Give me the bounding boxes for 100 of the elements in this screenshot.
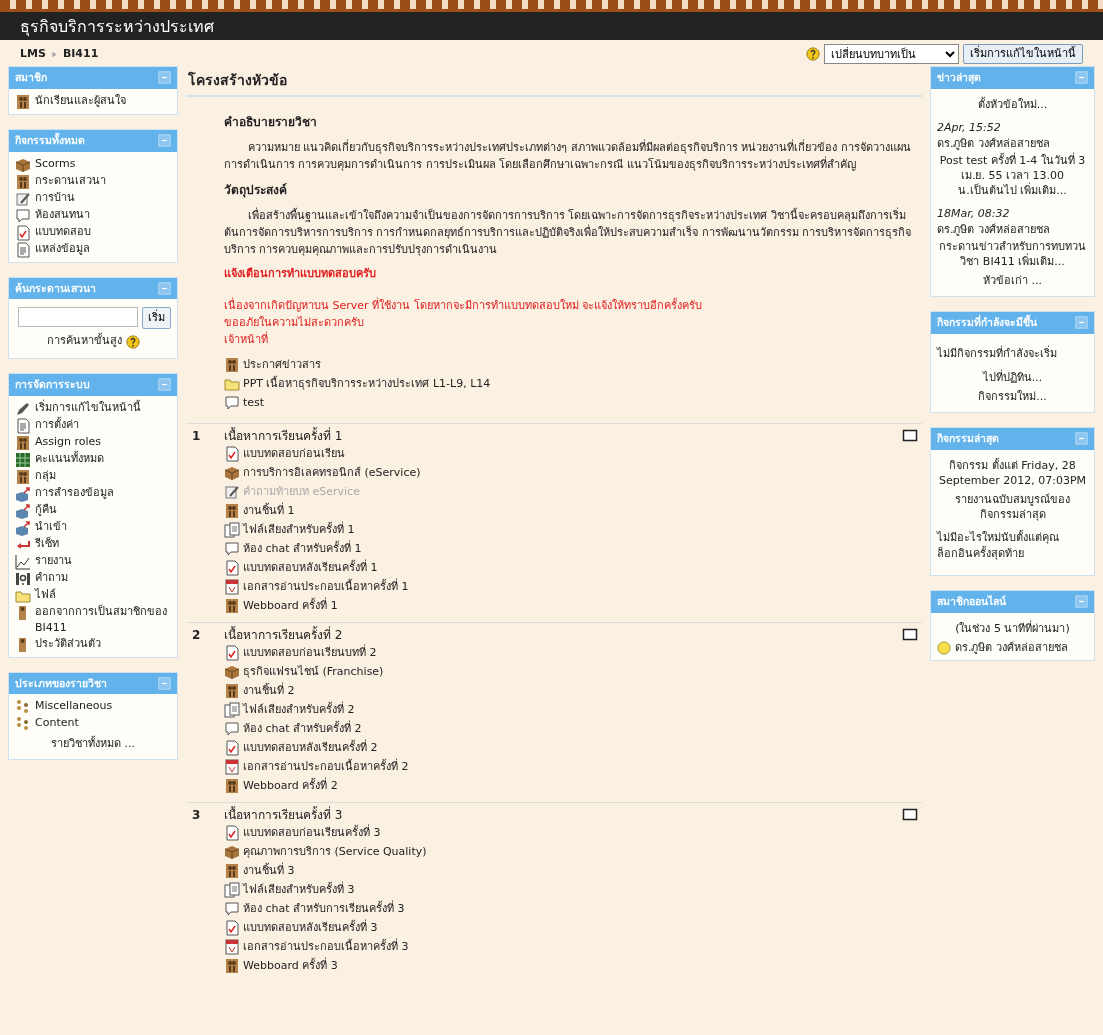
block-link[interactable]: หัวข้อเก่า ... [937, 272, 1088, 288]
activity-link[interactable]: งานชิ้นที่ 1 [224, 501, 902, 521]
box-arrow-icon [15, 502, 31, 519]
search-button[interactable]: เริ่ม [142, 307, 171, 330]
activity-link[interactable]: ประกาศข่าวสาร [224, 355, 912, 375]
checked-page-icon [15, 224, 31, 241]
activity-link[interactable]: เอกสารอ่านประกอบเนื้อหาครั้งที่ 2 [224, 757, 902, 777]
avatar-icon [937, 640, 951, 655]
activity-link[interactable]: Webboard ครั้งที่ 3 [224, 956, 902, 976]
block-item[interactable]: กู้คืน [15, 501, 171, 519]
block-item[interactable]: รีเซ็ท [15, 535, 171, 553]
block-item[interactable]: Content [15, 715, 171, 733]
activity-link[interactable]: ห้อง chat สำหรับครั้งที่ 1 [224, 539, 902, 559]
block-item[interactable]: คะแนนทั้งหมด [15, 450, 171, 468]
block-item[interactable]: การสำรองข้อมูล [15, 484, 171, 502]
section-title: เนื้อหาการเรียนครั้งที่ 3 [224, 805, 344, 824]
block-item[interactable]: การบ้าน [15, 189, 171, 207]
dots-icon [15, 699, 31, 716]
activity-link[interactable]: ไฟล์เสียงสำหรับครั้งที่ 2 [224, 700, 902, 720]
block-item[interactable]: Scorms [15, 155, 171, 173]
block-link[interactable]: ไปที่ปฏิทิน... [937, 370, 1088, 385]
block-title: กิจกรรมทั้งหมด [15, 132, 85, 148]
checked-page-icon [224, 645, 240, 661]
pages-icon [224, 882, 240, 898]
block-item[interactable]: แบบทดสอบ [15, 223, 171, 241]
block-item[interactable]: เริ่มการแก้ไขในหน้านี้ [15, 399, 171, 417]
checked-page-icon [224, 446, 240, 462]
activity-link[interactable]: เอกสารอ่านประกอบเนื้อหาครั้งที่ 3 [224, 937, 902, 957]
block-text: ไม่มีกิจกรรมที่กำลังจะเริ่ม [937, 345, 1058, 362]
collapse-icon [158, 676, 171, 690]
block-item[interactable]: Assign roles [15, 433, 171, 451]
block-title: สมาชิก [15, 70, 47, 85]
block-item[interactable]: กระดานเสวนา [15, 172, 171, 190]
block-item[interactable]: ห้องสนทนา [15, 206, 171, 224]
chart-icon [15, 553, 31, 570]
activity-link[interactable]: ไฟล์เสียงสำหรับครั้งที่ 1 [224, 520, 902, 540]
block-item[interactable]: นักเรียนและผู้สนใจ [15, 92, 171, 110]
activity-link[interactable]: ห้อง chat สำหรับครั้งที่ 2 [224, 719, 902, 739]
role-select[interactable]: เปลี่ยนบทบาทเป็น [824, 44, 959, 64]
block-item[interactable]: คำถาม [15, 569, 171, 587]
activity-link[interactable]: PPT เนื้อหาธุรกิจบริการระหว่างประเทศ L1-L9, L14 [224, 374, 912, 394]
activity-link[interactable]: แบบทดสอบก่อนเรียน [224, 444, 902, 464]
block-item[interactable]: รายงาน [15, 552, 171, 570]
question-icon [15, 570, 31, 587]
block-link[interactable]: กิจกรรมใหม่... [937, 389, 1088, 404]
people-icon [224, 778, 240, 794]
news-text: Post test ครั้งที่ 1-4 ในวันที่ 3 เม.ย. 55 เวลา 13.00 น.เป็นต้นไป เพิ่มเติม... [938, 152, 1087, 198]
block-link[interactable]: รายงานฉบับสมบูรณ์ของกิจกรรมล่าสุด [937, 491, 1088, 522]
activity-link[interactable]: แบบทดสอบก่อนเรียนครั้งที่ 3 [224, 823, 902, 843]
breadcrumb-link[interactable]: BI411 [62, 45, 99, 63]
activity-link[interactable]: เอกสารอ่านประกอบเนื้อหาครั้งที่ 1 [224, 577, 902, 597]
edit-page-button[interactable]: เริ่มการแก้ไขในหน้านี้ [963, 43, 1083, 65]
activity-link[interactable]: ไฟล์เสียงสำหรับครั้งที่ 3 [224, 880, 902, 900]
speech-bubble-icon [224, 395, 240, 411]
block-item[interactable]: การตั้งค่า [15, 416, 171, 434]
speech-bubble-icon [224, 541, 240, 557]
box-icon [224, 465, 240, 481]
block-item[interactable]: ไฟล์ [15, 586, 171, 604]
activity-link[interactable]: ห้อง chat สำหรับการเรียนครั้งที่ 3 [224, 899, 902, 919]
activity-link[interactable]: Webboard ครั้งที่ 2 [224, 776, 902, 796]
document-icon [224, 579, 240, 595]
activity-link[interactable]: แบบทดสอบหลังเรียนครั้งที่ 1 [224, 558, 902, 578]
block-title: การจัดการระบบ [15, 376, 90, 392]
collapse-icon [158, 134, 171, 148]
document-icon [224, 759, 240, 775]
block-title: ค้นกระดานเสวนา [15, 280, 96, 296]
people-icon [15, 93, 31, 110]
activity-link[interactable]: คุณภาพการบริการ (Service Quality) [224, 842, 902, 862]
activity-link[interactable]: งานชิ้นที่ 3 [224, 861, 902, 881]
box-arrow-icon [15, 519, 31, 536]
summary-paragraph: ความหมาย แนวคิดเกี่ยวกับธุรกิจบริการระหว่างประเทศประเภทต่างๆ สภาพแวดล้อมที่มีผลต่อธุรกิจบริการ หน่วยงานที่เกี่ยวข้อง การจัดวางแผน การดำเนินการ การควบคุมการดำเนินการ การประเมินผล โดยเลือกศึกษาเฉพาะกรณี แนวโน้มของธุรกิจบริการระหว่างประเทศที่สำคัญ [224, 139, 912, 173]
block-item[interactable]: กลุ่ม [15, 467, 171, 485]
block-item[interactable]: ประวัติส่วนตัว [15, 635, 171, 653]
block-item[interactable]: นำเข้า [15, 518, 171, 536]
box-icon [15, 156, 31, 173]
separator-icon [49, 49, 59, 59]
breadcrumb-link[interactable]: LMS [20, 45, 46, 63]
block-item[interactable]: ออกจากการเป็นสมาชิกของ BI411 [15, 603, 171, 636]
pencil-icon [15, 400, 31, 417]
activity-link[interactable]: การบริการอิเลคทรอนิกส์ (eService) [224, 463, 902, 483]
collapse-icon [1075, 316, 1088, 330]
activity-link[interactable]: test [224, 393, 912, 413]
search-field[interactable] [18, 307, 138, 328]
section-title: เนื้อหาการเรียนครั้งที่ 1 [224, 426, 344, 445]
speech-bubble-icon [224, 901, 240, 917]
activity-link[interactable]: ธุรกิจแฟรนไชน์ (Franchise) [224, 662, 902, 682]
activity-link[interactable]: Webboard ครั้งที่ 1 [224, 596, 902, 616]
block-item[interactable]: แหล่งข้อมูล [15, 240, 171, 258]
advanced-search-link[interactable]: การค้นหาขั้นสูง [46, 333, 122, 350]
activity-link[interactable]: แบบทดสอบหลังเรียนครั้งที่ 2 [224, 738, 902, 758]
notice-text: เจ้าหน้าที่ [224, 330, 269, 348]
activity-link[interactable]: แบบทดสอบก่อนเรียนบทที่ 2 [224, 643, 902, 663]
block-link[interactable]: รายวิชาทั้งหมด ... [15, 736, 171, 752]
activity-link[interactable]: งานชิ้นที่ 2 [224, 681, 902, 701]
user-link[interactable]: ดร.ภูษิต วงศ์หล่อสายชล [955, 639, 1068, 656]
block-item[interactable]: Miscellaneous [15, 698, 171, 716]
activity-link[interactable]: แบบทดสอบหลังเรียนครั้งที่ 3 [224, 918, 902, 938]
grid-icon [15, 451, 31, 468]
block-link[interactable]: ตั้งหัวข้อใหม่... [937, 96, 1088, 112]
speech-bubble-icon [224, 721, 240, 737]
